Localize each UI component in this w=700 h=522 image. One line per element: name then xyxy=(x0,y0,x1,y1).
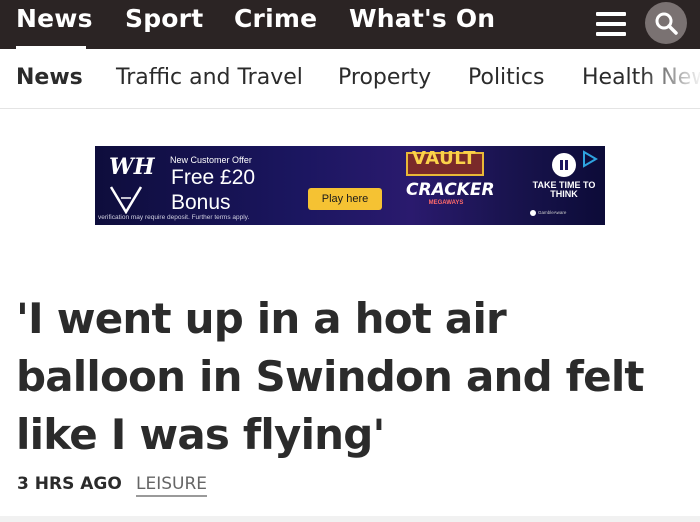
offer-line-2: Bonus xyxy=(171,191,231,214)
page-divider xyxy=(0,516,700,522)
game-logo: VAULT CRACKER MEGAWAYS xyxy=(398,148,518,218)
top-nav: News Sport Crime What's On xyxy=(0,0,700,49)
nav-item-crime[interactable]: Crime xyxy=(234,4,317,33)
subnav-item-property[interactable]: Property xyxy=(338,65,431,90)
adchoices-icon[interactable] xyxy=(581,150,599,168)
article-category-link[interactable]: LEISURE xyxy=(136,474,208,497)
nav-item-news[interactable]: News xyxy=(16,4,93,33)
gamble-aware-label: GambleAware xyxy=(538,210,567,216)
take-time-to-think: TAKE TIME TO THINK xyxy=(532,180,596,199)
brand-logo: WH xyxy=(109,154,155,180)
advertisement-banner[interactable]: WH New Customer Offer Free £20 Bonus ver… xyxy=(95,146,605,225)
play-here-button[interactable]: Play here xyxy=(308,188,382,210)
nav-item-whats-on[interactable]: What's On xyxy=(349,4,495,33)
game-title-top: VAULT xyxy=(412,148,476,169)
sub-nav: News Traffic and Travel Property Politic… xyxy=(0,49,700,109)
pause-icon[interactable] xyxy=(552,153,576,177)
scroll-fade xyxy=(640,49,700,108)
gamble-aware-icon xyxy=(530,210,536,216)
game-tag: MEGAWAYS xyxy=(428,200,464,206)
nav-item-sport[interactable]: Sport xyxy=(125,4,203,33)
ad-terms: verification may require deposit. Furthe… xyxy=(98,214,250,221)
article-headline: 'I went up in a hot air balloon in Swind… xyxy=(16,294,645,459)
gamble-aware-notice: GambleAware xyxy=(530,210,602,216)
search-button[interactable] xyxy=(645,2,687,44)
offer-line-1: Free £20 xyxy=(171,166,256,189)
hamburger-menu-icon[interactable] xyxy=(596,12,626,36)
subnav-item-politics[interactable]: Politics xyxy=(468,65,544,90)
subnav-item-traffic-and-travel[interactable]: Traffic and Travel xyxy=(116,65,303,90)
article-timestamp: 3 HRS AGO xyxy=(17,474,122,494)
subnav-item-news[interactable]: News xyxy=(16,65,83,90)
game-title-bottom: CRACKER xyxy=(406,180,495,200)
brand-chevron-icon xyxy=(109,186,143,214)
search-icon xyxy=(655,12,678,35)
offer-heading: New Customer Offer xyxy=(170,155,252,165)
